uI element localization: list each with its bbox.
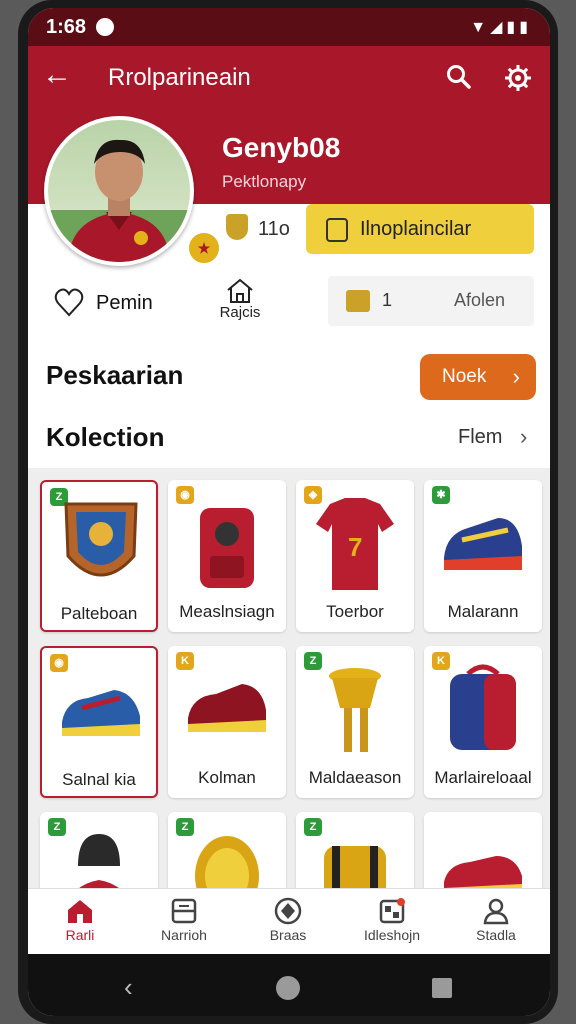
card-label: Maldaeason	[308, 768, 402, 787]
collection-card[interactable]: Z Maldaeason	[296, 646, 414, 798]
settings-icon[interactable]	[504, 64, 532, 92]
nav-profile[interactable]: Stadla	[444, 897, 548, 943]
primary-action-label: Ilnoplaincilar	[360, 218, 472, 240]
collection-grid: Z Palteboan ◉ Measlnsiagn ◈ 7 Toerbor ✱ …	[28, 468, 550, 964]
stat-pemin-label: Pemin	[96, 292, 153, 314]
sneaker-icon	[62, 690, 140, 736]
heart-icon	[54, 288, 84, 317]
nav-home[interactable]: Rarli	[28, 897, 132, 943]
card-label: Toerbor	[326, 602, 384, 621]
status-icons: ▼◢▮▮	[470, 19, 532, 36]
badge-icon	[274, 897, 302, 925]
next-button[interactable]: Noek ›	[420, 354, 536, 400]
status-time: 1:68	[46, 16, 87, 38]
backpack-icon	[200, 508, 254, 588]
chevron-right-icon: ›	[512, 364, 520, 389]
trophy-icon	[329, 668, 381, 752]
nav-list[interactable]: Narrioh	[132, 897, 236, 943]
collection-card[interactable]: ◉ Salnal kia	[40, 646, 158, 798]
card-label: Marlaireloaal	[434, 768, 532, 787]
collection-card[interactable]: ◈ 7 Toerbor	[296, 480, 414, 632]
collection-card[interactable]: K Kolman	[168, 646, 286, 798]
section-title-first: Peskaarian	[46, 360, 184, 390]
shoe-icon	[188, 684, 266, 732]
nav-badges[interactable]: Braas	[236, 897, 340, 943]
nav-gallery-label: Idleshojn	[363, 927, 421, 943]
bag-icon	[450, 664, 516, 750]
shield-crest-icon	[64, 502, 138, 577]
primary-action-button[interactable]: Ilnoplaincilar	[306, 204, 534, 254]
level-badge-icon: ★	[186, 230, 222, 266]
search-icon[interactable]	[446, 64, 472, 90]
chevron-right-icon[interactable]: ›	[520, 424, 527, 450]
profile-subtitle: Pektlonapy	[222, 172, 307, 191]
avatar-photo	[48, 120, 190, 262]
card-label: Salnal kia	[62, 770, 136, 789]
back-chevron-icon[interactable]: ‹	[124, 972, 133, 1003]
collection-card[interactable]: ◉ Measlnsiagn	[168, 480, 286, 632]
nav-badges-label: Braas	[269, 927, 307, 943]
nav-home-label: Rarli	[65, 927, 95, 943]
system-navigation-bar: ‹	[28, 954, 550, 1016]
house-icon	[227, 278, 253, 303]
app-screen: 1:68 ▼◢▮▮ ← Rrolparineain ★ Genyb08 Pekt…	[28, 8, 550, 1016]
username: Genyb08	[222, 132, 341, 163]
lock-icon	[326, 218, 348, 242]
jersey-icon: 7	[316, 498, 394, 590]
stat-home-label: Rajcis	[219, 304, 261, 321]
see-all-link[interactable]: Flem	[458, 426, 502, 449]
arrow-left-icon[interactable]: ←	[42, 58, 72, 92]
card-label: Kolman	[198, 768, 256, 787]
section-title-collection: Kolection	[46, 422, 165, 452]
coin-icon	[226, 214, 248, 240]
stat-home[interactable]: Rajcis	[214, 278, 266, 332]
gift-count: 1	[382, 290, 393, 310]
list-icon	[171, 898, 197, 924]
home-button-icon[interactable]	[276, 976, 300, 1000]
next-button-label: Noek	[442, 366, 487, 387]
nav-list-label: Narrioh	[161, 927, 207, 943]
card-label: Malarann	[447, 602, 519, 621]
status-bar: 1:68 ▼◢▮▮	[28, 8, 550, 46]
card-label: Measlnsiagn	[179, 602, 275, 621]
svg-text:7: 7	[348, 532, 362, 562]
bottom-navigation: Rarli Narrioh Braas Idleshojn Stadla	[28, 888, 550, 955]
collection-card[interactable]: K Marlaireloaal	[424, 646, 542, 798]
gift-icon	[346, 290, 370, 312]
coin-count: 11o	[258, 218, 290, 240]
notification-icon	[96, 18, 114, 36]
collection-card[interactable]: ✱ Malarann	[424, 480, 542, 632]
page-title: Rrolparineain	[108, 64, 251, 91]
card-label: Palteboan	[60, 604, 138, 623]
sneaker-icon	[444, 518, 522, 570]
gallery-icon	[379, 898, 405, 924]
nav-gallery[interactable]: Idleshojn	[340, 897, 444, 943]
home-icon	[68, 900, 92, 923]
gift-stat-box[interactable]: 1 Afolen	[328, 276, 534, 326]
recents-button-icon[interactable]	[432, 978, 452, 998]
gift-stat-label: Afolen	[454, 290, 506, 310]
avatar[interactable]	[44, 116, 194, 266]
app-bar: ← Rrolparineain	[28, 46, 550, 108]
profile-icon	[483, 898, 509, 925]
collection-card[interactable]: Z Palteboan	[40, 480, 158, 632]
nav-profile-label: Stadla	[476, 927, 516, 943]
